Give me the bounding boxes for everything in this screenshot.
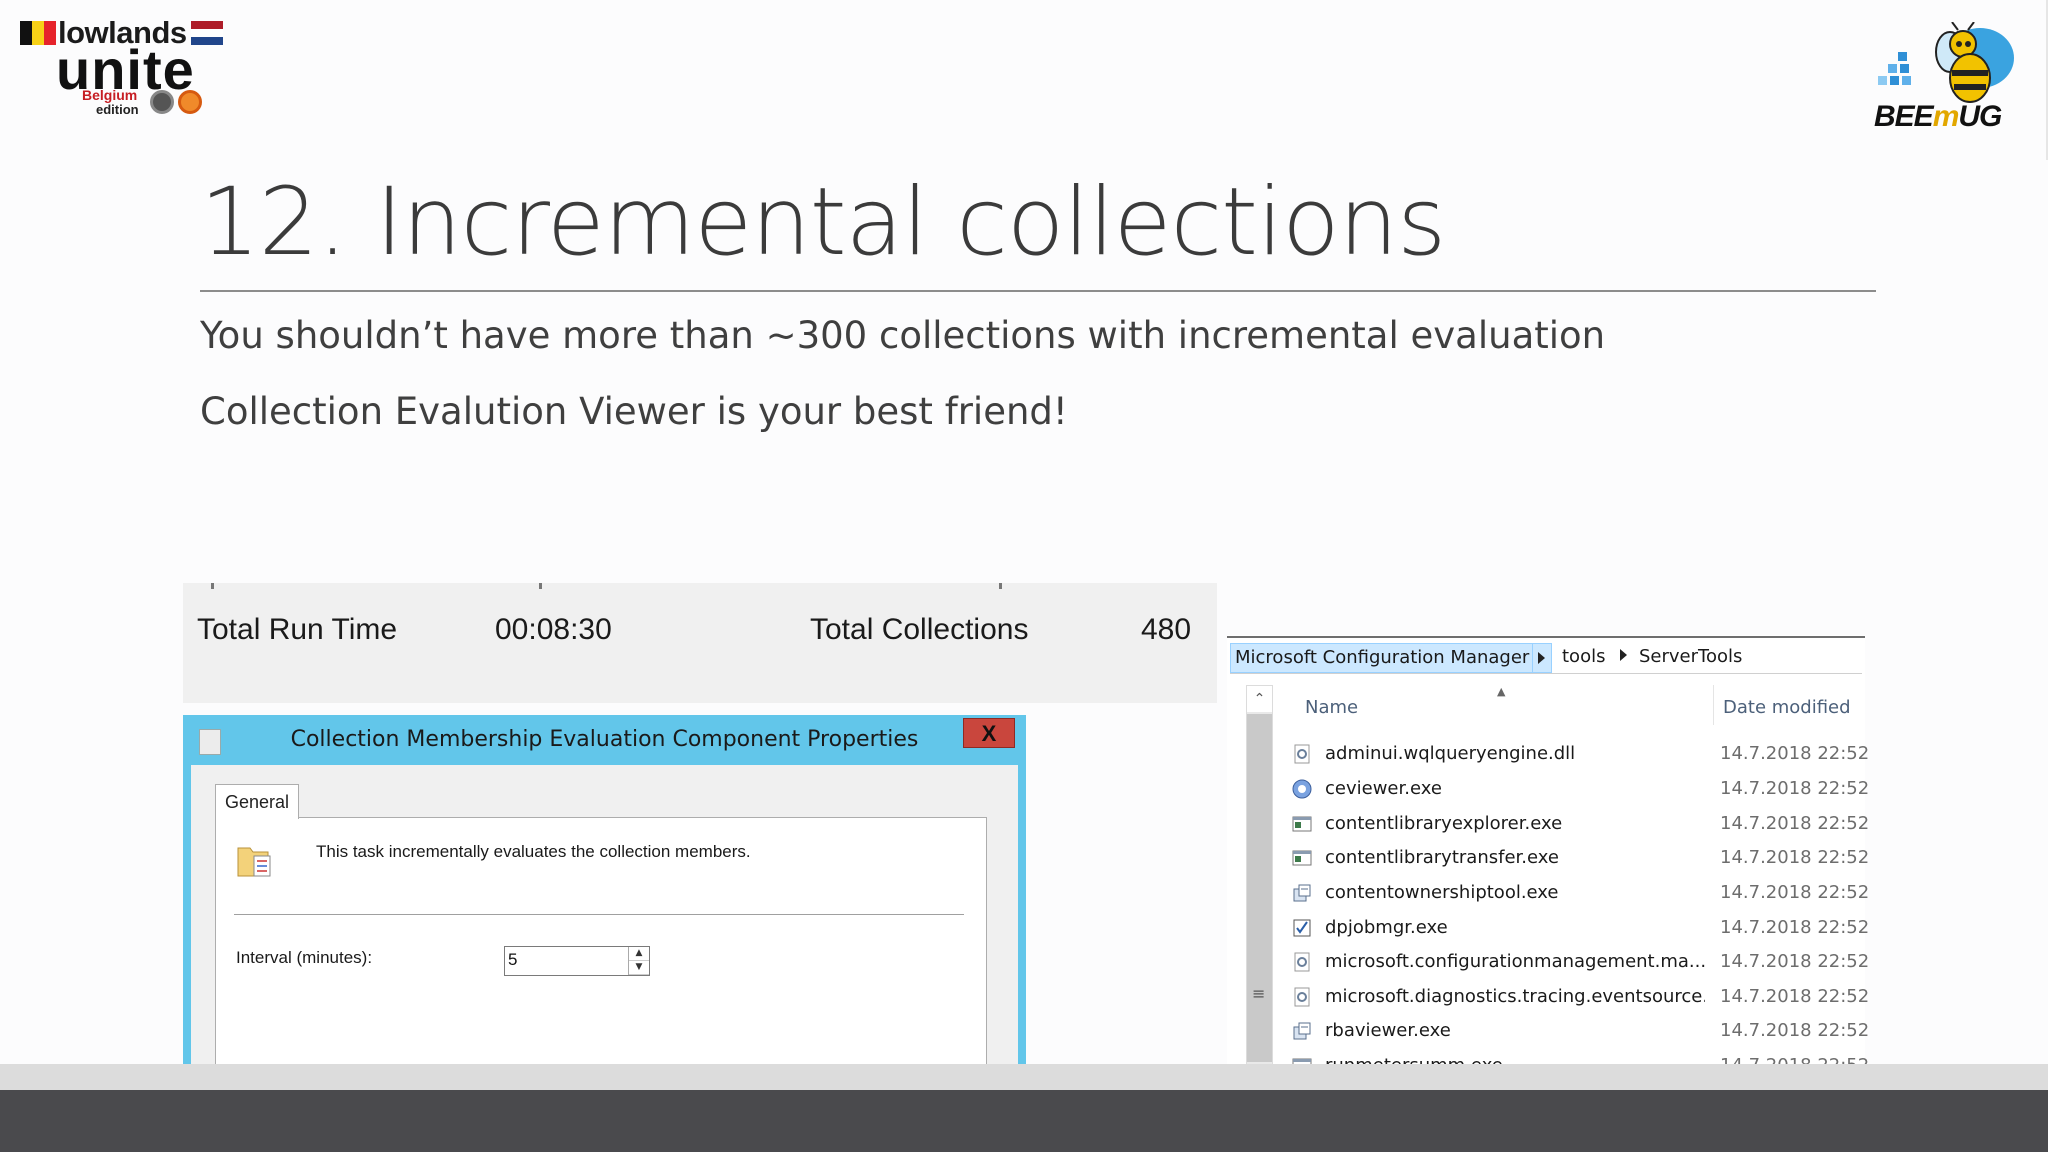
breadcrumb-tools[interactable]: tools: [1562, 643, 1605, 671]
file-row[interactable]: microsoft.diagnostics.tracing.eventsourc…: [1282, 981, 1869, 1015]
stepper-up-icon[interactable]: ▲: [629, 947, 649, 961]
total-collections-label: Total Collections: [810, 613, 1029, 646]
logo-word-belgium: Belgium: [82, 87, 138, 103]
beemug-word-b: m: [1932, 100, 1960, 133]
dialog-body: General This task incrementally evaluate…: [191, 765, 1018, 1090]
address-bar[interactable]: Microsoft Configuration Manager tools Se…: [1230, 641, 1862, 674]
general-tab-panel: This task incrementally evaluates the co…: [215, 817, 987, 1090]
vertical-scrollbar[interactable]: ⌃ ≡: [1246, 685, 1273, 1090]
chevron-right-icon[interactable]: [1620, 649, 1627, 661]
file-name: contentlibrarytransfer.exe: [1325, 847, 1559, 868]
gear-icon: [178, 90, 202, 114]
exe-window-icon: [1292, 850, 1312, 866]
tool-icon: [1293, 884, 1311, 902]
dutch-flag-icon: [190, 21, 223, 45]
app-globe-icon: [1292, 779, 1312, 799]
component-properties-dialog: Collection Membership Evaluation Compone…: [183, 715, 1026, 1090]
file-explorer-window: Microsoft Configuration Manager tools Se…: [1227, 635, 1869, 1090]
column-tick: [211, 583, 214, 589]
beemug-word-a: BEE: [1874, 100, 1934, 133]
file-name: contentlibraryexplorer.exe: [1325, 813, 1563, 834]
slide-title: 12. Incremental collections: [200, 168, 1446, 277]
bullet-text-1: You shouldn’t have more than ~300 collec…: [200, 314, 1606, 357]
chevron-right-icon: [1538, 652, 1545, 664]
footer-band-light: [0, 1064, 2048, 1090]
breadcrumb-separator[interactable]: [1532, 643, 1552, 673]
close-button[interactable]: X: [963, 718, 1015, 748]
file-date: 14.7.2018 22:52: [1720, 813, 1870, 834]
column-tick: [539, 583, 542, 589]
beemug-word-c: UG: [1958, 100, 2002, 133]
task-description: This task incrementally evaluates the co…: [316, 842, 751, 861]
file-row[interactable]: dpjobmgr.exe 14.7.2018 22:52: [1282, 912, 1869, 946]
panel-divider: [234, 914, 964, 915]
lowlands-unite-logo: lowlands unite Belgium edition: [20, 15, 245, 120]
file-date: 14.7.2018 22:52: [1720, 882, 1870, 903]
stepper-down-icon[interactable]: ▼: [629, 961, 649, 975]
file-name: microsoft.diagnostics.tracing.eventsourc…: [1325, 986, 1705, 1007]
total-run-time-value: 00:08:30: [495, 613, 612, 646]
file-row[interactable]: rbaviewer.exe 14.7.2018 22:52: [1282, 1015, 1869, 1049]
file-name: microsoft.configurationmanagement.ma...: [1325, 951, 1705, 972]
title-divider: [200, 290, 1876, 292]
bullet-text-2: Collection Evalution Viewer is your best…: [200, 390, 1068, 433]
file-date: 14.7.2018 22:52: [1720, 1020, 1870, 1041]
column-tick: [999, 583, 1002, 589]
dialog-title: Collection Membership Evaluation Compone…: [290, 727, 919, 752]
scroll-up-icon[interactable]: ⌃: [1247, 686, 1272, 712]
column-divider[interactable]: [1713, 685, 1714, 725]
file-row[interactable]: contentlibrarytransfer.exe 14.7.2018 22:…: [1282, 842, 1869, 876]
checkbox-app-icon: [1293, 919, 1311, 937]
beemug-wordmark: BEEmUG: [1874, 100, 2002, 134]
interval-label: Interval (minutes):: [236, 948, 373, 967]
belgian-flag-icon: [20, 21, 56, 45]
file-date: 14.7.2018 22:52: [1720, 986, 1870, 1007]
file-row[interactable]: microsoft.configurationmanagement.ma... …: [1282, 946, 1869, 980]
file-date: 14.7.2018 22:52: [1720, 743, 1870, 764]
file-date: 14.7.2018 22:52: [1720, 917, 1870, 938]
file-date: 14.7.2018 22:52: [1720, 847, 1870, 868]
dll-icon: [1294, 987, 1310, 1007]
file-name: dpjobmgr.exe: [1325, 917, 1448, 938]
column-header-name[interactable]: Name: [1305, 697, 1358, 718]
breadcrumb-configmgr[interactable]: Microsoft Configuration Manager: [1230, 643, 1535, 673]
stepper-buttons: ▲ ▼: [628, 947, 649, 975]
file-date: 14.7.2018 22:52: [1720, 951, 1870, 972]
file-name: ceviewer.exe: [1325, 778, 1442, 799]
tool-icon: [1293, 1022, 1311, 1040]
column-header-date[interactable]: Date modified: [1723, 697, 1851, 718]
file-name: rbaviewer.exe: [1325, 1020, 1451, 1041]
breadcrumb-servertools[interactable]: ServerTools: [1639, 643, 1742, 671]
beemug-logo: BEEmUG: [1868, 21, 2034, 133]
evaluation-stats-panel: Total Run Time 00:08:30 Total Collection…: [183, 583, 1217, 703]
file-date: 14.7.2018 22:52: [1720, 778, 1870, 799]
dll-icon: [1294, 744, 1310, 764]
file-name: adminui.wqlqueryengine.dll: [1325, 743, 1576, 764]
bee-mascot-icon: [1878, 21, 2014, 103]
total-run-time-label: Total Run Time: [197, 613, 398, 646]
exe-window-icon: [1292, 816, 1312, 832]
tab-general[interactable]: General: [215, 784, 299, 819]
footer-band: [0, 1090, 2048, 1152]
file-row[interactable]: ceviewer.exe 14.7.2018 22:52: [1282, 773, 1869, 807]
file-row[interactable]: contentownershiptool.exe 14.7.2018 22:52: [1282, 877, 1869, 911]
total-collections-value: 480: [1141, 613, 1192, 646]
dll-icon: [1294, 952, 1310, 972]
scroll-thumb[interactable]: ≡: [1247, 714, 1272, 1062]
file-name: contentownershiptool.exe: [1325, 882, 1559, 903]
file-row[interactable]: adminui.wqlqueryengine.dll 14.7.2018 22:…: [1282, 738, 1869, 772]
logo-word-edition: edition: [96, 102, 139, 117]
grip-icon: ≡: [1252, 984, 1266, 1003]
sort-ascending-icon: ▲: [1497, 685, 1506, 698]
file-row[interactable]: contentlibraryexplorer.exe 14.7.2018 22:…: [1282, 808, 1869, 842]
window-edge: [1227, 636, 1865, 638]
interval-value[interactable]: 5: [508, 950, 517, 970]
interval-stepper[interactable]: 5 ▲ ▼: [504, 946, 650, 976]
collection-folder-icon: [237, 847, 271, 877]
gear-icon: [150, 90, 174, 114]
